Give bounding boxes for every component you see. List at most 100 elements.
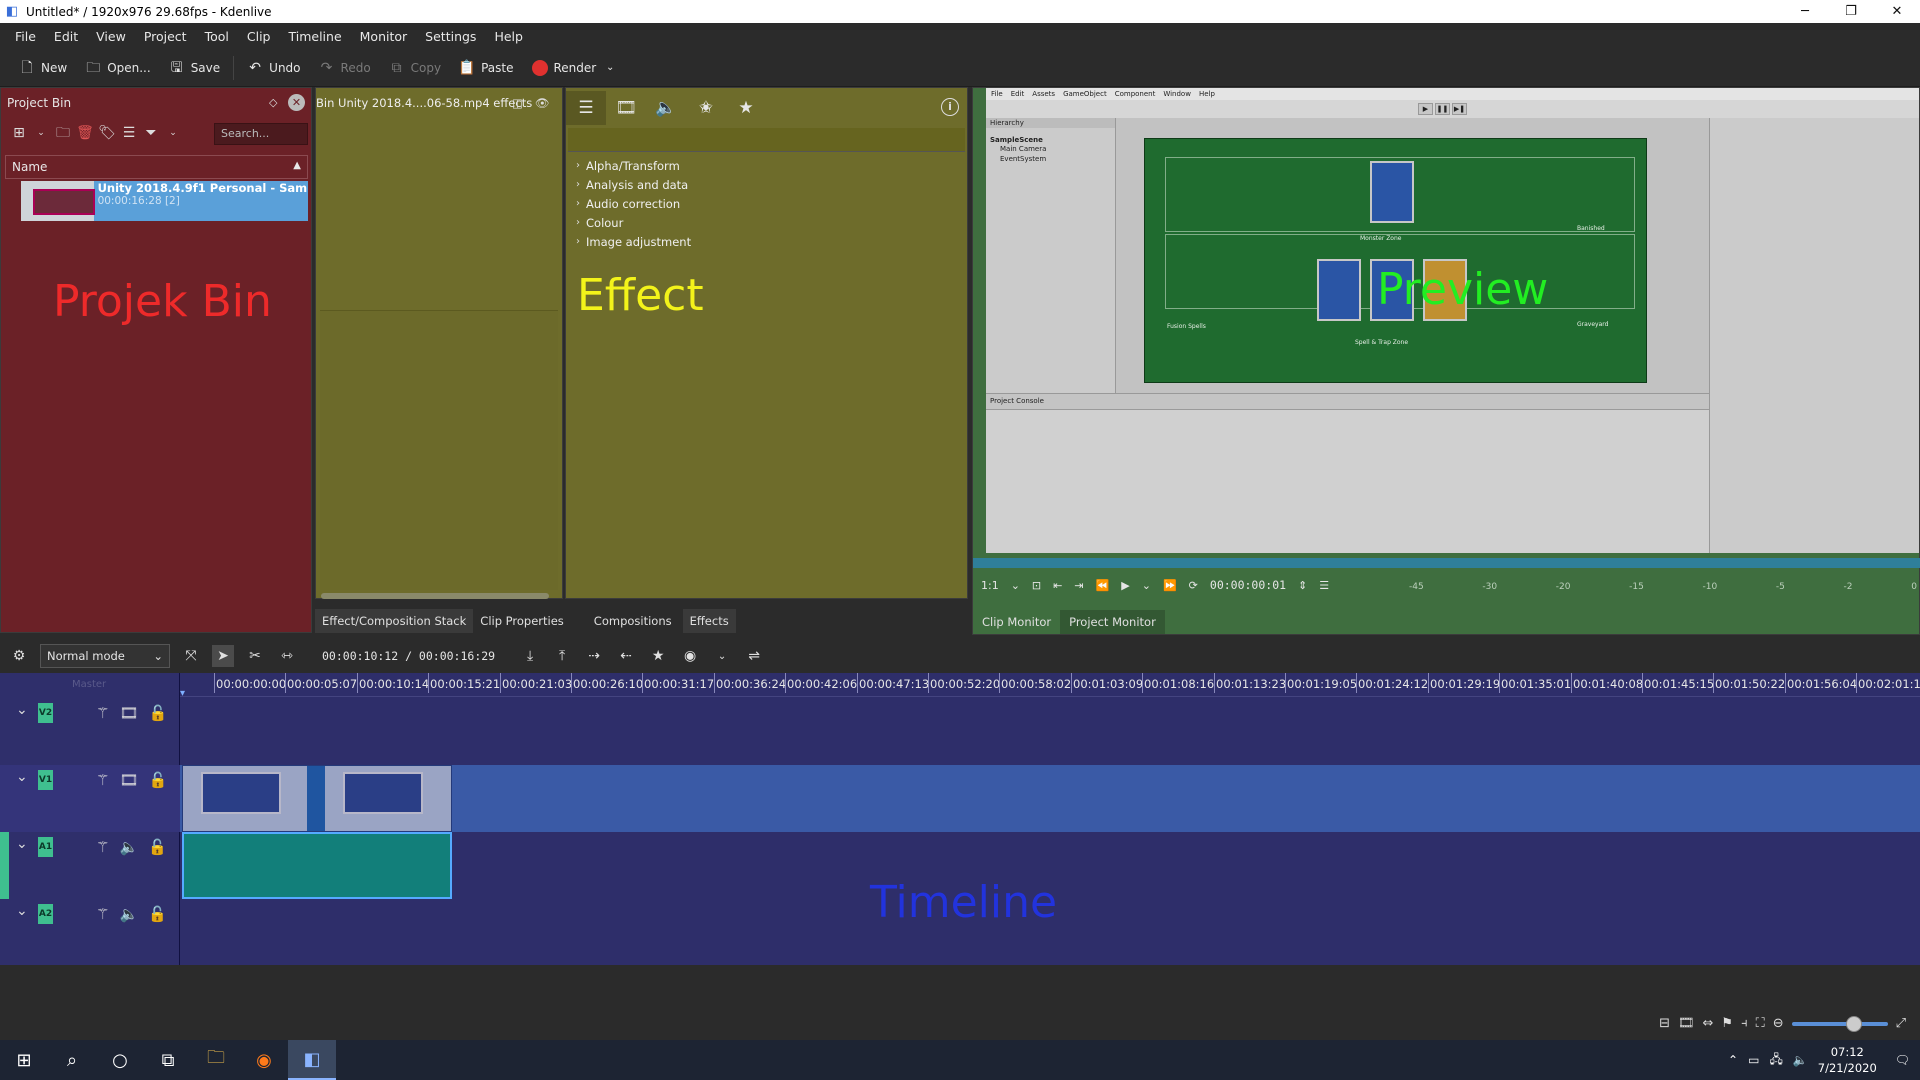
add-clip-icon[interactable]: ⊞ [11,125,27,141]
menu-tool[interactable]: Tool [196,29,238,44]
mixer-icon[interactable]: ⇌ [743,645,765,667]
render-button[interactable]: Render ⌄ [523,53,628,83]
tab-compositions[interactable]: Compositions [587,609,679,633]
menu-help[interactable]: Help [485,29,532,44]
chevron-down-icon[interactable]: ⌄ [165,125,181,141]
list-icon[interactable]: ☰ [566,91,606,125]
razor-tool-icon[interactable]: ✂ [244,645,266,667]
audio-toggle-icon[interactable]: 🔈 [119,905,138,923]
delete-icon[interactable]: 🗑 [76,125,94,141]
menu-edit[interactable]: Edit [45,29,87,44]
tab-effects[interactable]: Effects [682,609,736,633]
track-name[interactable]: A1 [38,837,53,857]
timeline-ruler[interactable]: 00:00:00:00 00:00:05:07 00:00:10:14 00:00:1… [180,673,1920,697]
redo-button[interactable]: ↷ Redo [310,53,380,83]
collapse-track-icon[interactable]: ⌄ [16,702,28,718]
audio-toggle-icon[interactable]: 🔈 [119,838,138,856]
effects-search-input[interactable] [568,128,965,152]
filter-icon[interactable]: ⏷ [143,125,159,141]
undo-button[interactable]: ↶ Undo [238,53,309,83]
collapse-track-icon[interactable]: ⌄ [16,836,28,852]
video-effects-icon[interactable]: 🎞 [606,91,646,125]
slip-tool-icon[interactable]: ⇿ [276,645,298,667]
fit-track-icon[interactable]: ⊟ [1659,1016,1670,1031]
extract-icon[interactable]: ⇠ [615,645,637,667]
bin-column-header-name[interactable]: Name ▲ [5,155,308,179]
lock-icon[interactable]: 🔓 [149,704,168,722]
bin-clip-item[interactable]: Unity 2018.4.9f1 Personal - SampleS 00:0… [21,181,308,221]
track-name[interactable]: V2 [38,703,53,723]
tab-clip-monitor[interactable]: Clip Monitor [973,610,1060,634]
snap-icon[interactable]: ◉ [679,645,701,667]
monitor-video-frame[interactable]: File Edit Assets GameObject Component Wi… [986,88,1919,553]
effects-wand-icon[interactable]: ⚚ [96,838,109,856]
effect-category[interactable]: › Alpha/Transform [566,156,966,175]
track-name[interactable]: V1 [38,770,53,790]
monitor-timecode[interactable]: 00:00:00:01 [1210,578,1286,592]
chevron-down-icon[interactable]: ⌄ [1011,579,1020,592]
chevron-down-icon[interactable]: ⌄ [33,125,49,141]
menu-timeline[interactable]: Timeline [279,29,350,44]
effects-wand-icon[interactable]: ⚚ [96,771,109,789]
network-icon[interactable]: 🖧 [1769,1050,1782,1071]
info-icon[interactable]: i [941,98,959,116]
paste-button[interactable]: 📋 Paste [450,53,522,83]
add-folder-icon[interactable]: 🗀 [55,125,71,141]
zoom-slider[interactable] [1791,1015,1888,1032]
search-icon[interactable]: ⌕ [48,1040,96,1080]
effect-category[interactable]: › Image adjustment [566,232,966,251]
split-icon[interactable]: ⫞ [1741,1016,1748,1031]
expand-icon[interactable]: ⇔ [1703,1016,1714,1031]
audio-effects-icon[interactable]: 🔈 [646,91,686,125]
effects-wand-icon[interactable]: ⚚ [96,704,109,722]
compare-icon[interactable]: ◫ [512,96,523,110]
menu-project[interactable]: Project [135,29,196,44]
tab-effect-composition-stack[interactable]: Effect/Composition Stack [315,609,474,633]
close-icon[interactable]: ✕ [1874,0,1920,23]
film-icon[interactable]: 🎞 [1678,1016,1695,1031]
zoom-select[interactable]: 1:1 [981,579,999,592]
battery-icon[interactable]: ▭ [1748,1053,1759,1067]
tab-clip-properties[interactable]: Clip Properties [473,609,571,633]
loop-zone-icon[interactable]: ⟳ [1189,579,1198,592]
menu-clip[interactable]: Clip [238,29,280,44]
insert-clip-icon[interactable]: ⤓ [519,645,541,667]
video-toggle-icon[interactable]: 🎞 [119,771,138,789]
effect-stack-scrollbar[interactable] [321,593,549,599]
bin-search-input[interactable]: Search... [214,123,308,145]
set-in-point-icon[interactable]: ⇤ [1053,579,1062,592]
lock-icon[interactable]: 🔓 [148,838,167,856]
open-button[interactable]: 🗀 Open... [76,53,160,83]
minimize-icon[interactable]: ─ [1782,0,1828,23]
track-settings-icon[interactable]: ⚙ [8,645,30,667]
chevron-down-icon[interactable]: ⌄ [711,645,733,667]
collapse-track-icon[interactable]: ⌄ [16,903,28,919]
video-toggle-icon[interactable]: 🎞 [119,704,138,722]
tab-project-monitor[interactable]: Project Monitor [1060,610,1165,634]
zoom-in-icon[interactable]: ⤢ [1896,1016,1906,1031]
fit-zoom-icon[interactable]: ⊡ [1032,579,1041,592]
menu-icon[interactable]: ☰ [1319,579,1329,592]
eye-icon[interactable]: 👁 [535,96,550,110]
favorites-icon[interactable]: ★ [726,91,766,125]
edit-mode-select[interactable]: Normal mode ⌄ [40,644,170,668]
menu-file[interactable]: File [6,29,45,44]
chevron-up-icon[interactable]: ⌃ [1728,1053,1738,1067]
lift-icon[interactable]: ⇢ [583,645,605,667]
track-name[interactable]: A2 [38,904,53,924]
file-explorer-icon[interactable]: 🗀 [192,1040,240,1080]
collapse-track-icon[interactable]: ⌄ [16,769,28,785]
save-button[interactable]: 🖫 Save [160,53,229,83]
notifications-icon[interactable]: 🗨 [1895,1053,1910,1067]
firefox-icon[interactable]: ◉ [240,1040,288,1080]
play-icon[interactable]: ▶ [1121,579,1129,592]
overwrite-clip-icon[interactable]: ⤒ [551,645,573,667]
menu-view[interactable]: View [87,29,135,44]
float-panel-icon[interactable]: ◇ [269,96,277,109]
windows-start-icon[interactable]: ⊞ [0,1040,48,1080]
zoom-fit-icon[interactable]: ⛶ [1756,1016,1765,1031]
custom-effects-icon[interactable]: ✬ [686,91,726,125]
clock[interactable]: 07:12 7/21/2020 [1818,1044,1877,1076]
zoom-out-icon[interactable]: ⊖ [1773,1016,1784,1031]
kdenlive-taskbar-icon[interactable]: ◧ [288,1040,336,1080]
